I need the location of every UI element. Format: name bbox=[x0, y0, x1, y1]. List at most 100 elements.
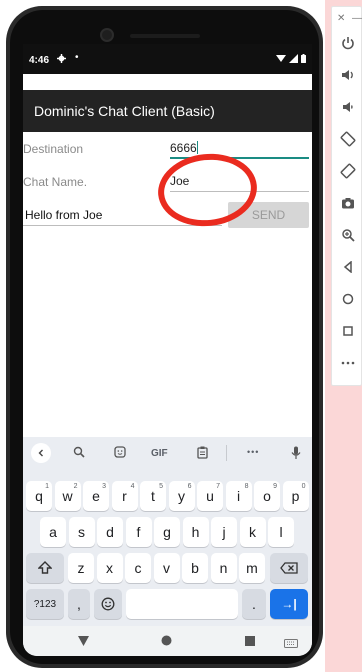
key-label: p bbox=[291, 488, 300, 504]
key-r[interactable]: r4 bbox=[111, 481, 138, 511]
mic-icon[interactable] bbox=[291, 446, 301, 463]
earpiece-speaker bbox=[130, 34, 200, 38]
back-icon[interactable] bbox=[339, 258, 357, 276]
key-x[interactable]: x bbox=[96, 553, 123, 583]
destination-label: Destination bbox=[23, 142, 84, 156]
more-options-button[interactable]: ••• bbox=[247, 447, 259, 457]
key-hint: 1 bbox=[45, 483, 49, 490]
message-value: Hello from Joe bbox=[25, 208, 103, 222]
keyboard-switch-icon[interactable] bbox=[284, 637, 298, 651]
navigation-bar bbox=[23, 626, 312, 656]
key-s[interactable]: s bbox=[68, 517, 95, 547]
rotate-left-icon[interactable] bbox=[339, 130, 357, 148]
key-hint: 4 bbox=[130, 483, 135, 490]
key-label: r bbox=[122, 488, 127, 504]
status-icons bbox=[276, 54, 306, 63]
destination-value: 6666 bbox=[170, 141, 197, 155]
backspace-key[interactable] bbox=[270, 553, 308, 583]
key-hint: 9 bbox=[273, 483, 277, 490]
collapse-toolbar-button[interactable] bbox=[31, 443, 51, 463]
emulator-toolbar: ✕ — bbox=[331, 6, 362, 386]
sticker-icon[interactable] bbox=[114, 446, 126, 461]
key-l[interactable]: l bbox=[268, 517, 294, 547]
rotate-right-icon[interactable] bbox=[339, 162, 357, 180]
app-title: Dominic's Chat Client (Basic) bbox=[34, 103, 215, 119]
key-k[interactable]: k bbox=[239, 517, 266, 547]
key-label: e bbox=[92, 488, 100, 504]
space-key[interactable] bbox=[126, 589, 238, 619]
more-icon[interactable] bbox=[339, 354, 357, 372]
nav-back-icon[interactable] bbox=[78, 635, 89, 649]
key-label: w bbox=[62, 488, 73, 504]
key-label: o bbox=[263, 488, 271, 504]
clipboard-icon[interactable] bbox=[197, 446, 208, 462]
status-time: 4:46 bbox=[29, 55, 50, 66]
keyboard-toolbar: GIF ••• bbox=[23, 443, 312, 467]
key-w[interactable]: w2 bbox=[54, 481, 81, 511]
key-n[interactable]: n bbox=[210, 553, 237, 583]
nav-home-icon[interactable] bbox=[161, 635, 172, 649]
key-label: q bbox=[35, 488, 43, 504]
volume-up-icon[interactable] bbox=[339, 66, 357, 84]
key-hint: 6 bbox=[187, 483, 192, 490]
phone-screen: 4:46 • Dominic's Chat Client (Basic) Des… bbox=[23, 44, 312, 656]
key-hint: 0 bbox=[301, 483, 306, 490]
enter-key[interactable]: →| bbox=[270, 589, 308, 619]
text-cursor bbox=[196, 141, 198, 154]
shift-key[interactable] bbox=[26, 553, 64, 583]
camera-icon[interactable] bbox=[339, 194, 357, 212]
search-icon[interactable] bbox=[73, 446, 85, 461]
key-hint: 8 bbox=[244, 483, 249, 490]
emulator-window: ✕ — 4:46 • Dominic's Chat Client (Basic)… bbox=[0, 0, 362, 672]
status-bar: 4:46 • bbox=[23, 44, 312, 74]
emoji-icon bbox=[101, 597, 115, 611]
key-e[interactable]: e3 bbox=[83, 481, 109, 511]
key-b[interactable]: b bbox=[182, 553, 208, 583]
soft-keyboard: GIF ••• q1w2e3r4t5y6u7i8o9p0 asdfghjkl z… bbox=[23, 437, 312, 626]
period-key[interactable]: . bbox=[242, 589, 266, 619]
overview-icon[interactable] bbox=[339, 322, 357, 340]
comma-key[interactable]: , bbox=[68, 589, 90, 619]
zoom-icon[interactable] bbox=[339, 226, 357, 244]
volume-down-icon[interactable] bbox=[339, 98, 357, 116]
power-icon[interactable] bbox=[339, 34, 357, 52]
toolbar-divider bbox=[226, 445, 227, 461]
key-g[interactable]: g bbox=[154, 517, 180, 547]
key-y[interactable]: y6 bbox=[168, 481, 195, 511]
key-label: t bbox=[151, 488, 155, 504]
emoji-key[interactable] bbox=[94, 589, 122, 619]
key-m[interactable]: m bbox=[239, 553, 265, 583]
gif-button[interactable]: GIF bbox=[151, 448, 168, 459]
nav-overview-icon[interactable] bbox=[245, 635, 255, 649]
notification-dot-icon: • bbox=[75, 52, 79, 63]
key-q[interactable]: q1 bbox=[26, 481, 52, 511]
battery-icon bbox=[301, 54, 306, 63]
key-h[interactable]: h bbox=[182, 517, 209, 547]
key-hint: 7 bbox=[216, 483, 220, 490]
key-u[interactable]: u7 bbox=[197, 481, 223, 511]
settings-gear-icon bbox=[57, 54, 66, 66]
front-camera bbox=[100, 28, 114, 42]
key-v[interactable]: v bbox=[153, 553, 180, 583]
key-c[interactable]: c bbox=[125, 553, 151, 583]
key-t[interactable]: t5 bbox=[140, 481, 166, 511]
home-icon[interactable] bbox=[339, 290, 357, 308]
key-label: u bbox=[206, 488, 214, 504]
key-z[interactable]: z bbox=[68, 553, 94, 583]
key-hint: 2 bbox=[73, 483, 78, 490]
chat-name-label: Chat Name. bbox=[23, 175, 88, 189]
key-a[interactable]: a bbox=[40, 517, 66, 547]
key-hint: 3 bbox=[102, 483, 106, 490]
symbols-key[interactable]: ?123 bbox=[26, 589, 64, 619]
key-label: y bbox=[178, 488, 185, 504]
key-p[interactable]: p0 bbox=[282, 481, 309, 511]
close-window-button[interactable]: ✕ bbox=[337, 13, 345, 24]
key-label: i bbox=[236, 488, 241, 504]
minimize-window-button[interactable]: — bbox=[352, 13, 362, 24]
key-d[interactable]: d bbox=[97, 517, 123, 547]
signal-icon bbox=[289, 54, 298, 63]
key-j[interactable]: j bbox=[211, 517, 237, 547]
key-f[interactable]: f bbox=[125, 517, 152, 547]
key-i[interactable]: i8 bbox=[225, 481, 252, 511]
key-o[interactable]: o9 bbox=[254, 481, 280, 511]
